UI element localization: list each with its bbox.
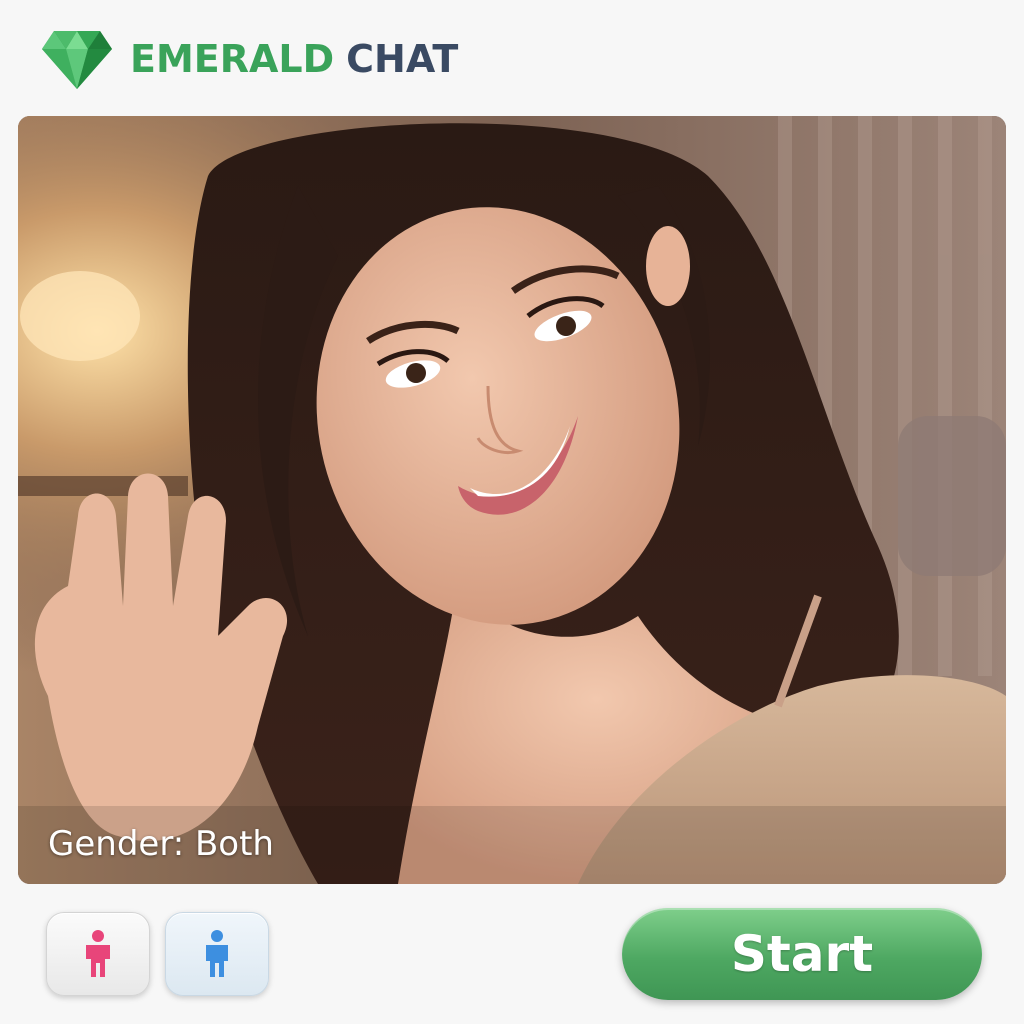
app-header: EMERALD CHAT bbox=[40, 24, 458, 94]
video-frame-image bbox=[18, 116, 1006, 884]
emerald-chat-app: EMERALD CHAT Gender: Both Start bbox=[0, 0, 1024, 1024]
brand-primary-text: EMERALD bbox=[130, 37, 335, 81]
brand-secondary-text: CHAT bbox=[346, 37, 459, 81]
emerald-gem-icon bbox=[42, 31, 112, 89]
male-person-icon bbox=[206, 930, 228, 977]
female-filter-button[interactable] bbox=[46, 912, 150, 996]
gender-filter-label: Gender: Both bbox=[48, 824, 274, 864]
female-person-icon bbox=[86, 930, 110, 977]
brand-wordmark[interactable]: EMERALD CHAT bbox=[130, 37, 458, 81]
male-filter-button[interactable] bbox=[165, 912, 269, 996]
video-feed: Gender: Both bbox=[18, 116, 1006, 884]
start-button[interactable]: Start bbox=[622, 908, 982, 1000]
